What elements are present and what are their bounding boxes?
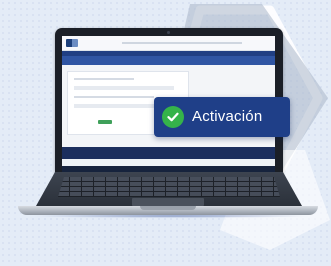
site-nav (122, 42, 242, 44)
form-submit-button (98, 120, 112, 124)
form-label (74, 78, 134, 80)
site-header (62, 36, 275, 51)
site-logo-icon (66, 39, 78, 47)
form-input (74, 86, 174, 90)
activation-button[interactable]: Activación (154, 97, 290, 137)
webcam-icon (167, 31, 170, 34)
keyboard (58, 177, 280, 197)
trackpad (132, 198, 204, 206)
site-footer (62, 147, 275, 159)
screen-taskbar (62, 166, 275, 172)
activation-label: Activación (192, 108, 263, 125)
site-titlebar (62, 56, 275, 65)
form-label (74, 96, 154, 98)
check-circle-icon (162, 106, 184, 128)
laptop-notch (140, 206, 196, 210)
